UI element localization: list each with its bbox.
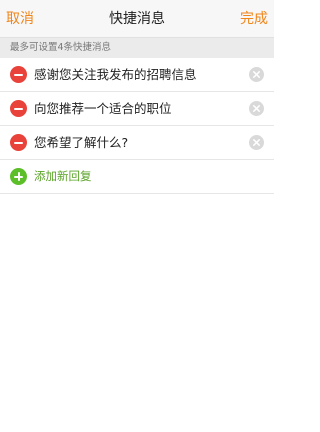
navigation-bar: 取消 快捷消息 完成 bbox=[0, 0, 274, 38]
delete-icon[interactable] bbox=[10, 66, 27, 83]
delete-icon[interactable] bbox=[10, 100, 27, 117]
list-item: 向您推荐一个适合的职位 bbox=[0, 92, 274, 126]
clear-icon[interactable] bbox=[249, 67, 264, 82]
cancel-button[interactable]: 取消 bbox=[6, 0, 34, 38]
message-text[interactable]: 感谢您关注我发布的招聘信息 bbox=[34, 58, 197, 91]
add-reply-label: 添加新回复 bbox=[34, 169, 92, 183]
message-text[interactable]: 向您推荐一个适合的职位 bbox=[34, 92, 172, 125]
clear-icon[interactable] bbox=[249, 101, 264, 116]
quick-messages-screen: 取消 快捷消息 完成 最多可设置4条快捷消息 感谢您关注我发布的招聘信息 向您推… bbox=[0, 0, 274, 432]
clear-icon[interactable] bbox=[249, 135, 264, 150]
list-item: 感谢您关注我发布的招聘信息 bbox=[0, 58, 274, 92]
quick-message-list: 感谢您关注我发布的招聘信息 向您推荐一个适合的职位 您希望了解什么? 添加新回复 bbox=[0, 58, 274, 194]
section-header: 最多可设置4条快捷消息 bbox=[0, 38, 274, 58]
add-reply-button[interactable]: 添加新回复 bbox=[0, 160, 274, 194]
page-title: 快捷消息 bbox=[109, 11, 165, 27]
add-icon bbox=[10, 168, 27, 185]
done-button[interactable]: 完成 bbox=[240, 0, 268, 38]
list-item: 您希望了解什么? bbox=[0, 126, 274, 160]
delete-icon[interactable] bbox=[10, 134, 27, 151]
message-text[interactable]: 您希望了解什么? bbox=[34, 126, 128, 159]
